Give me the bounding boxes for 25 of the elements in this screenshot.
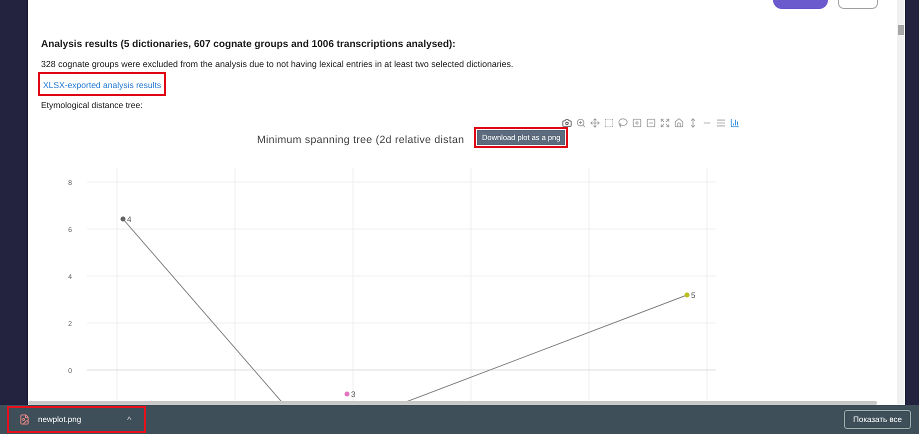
zoom-in-icon[interactable] [632,118,642,128]
point-label: 4 [127,215,132,224]
point-label: 3 [351,390,356,399]
chart-title: Minimum spanning tree (2d relative distan [257,134,464,146]
point-label: 5 [691,291,696,300]
chart-logo-icon[interactable] [730,118,740,128]
box-select-icon[interactable] [604,118,614,128]
caret-icon[interactable]: ^ [127,414,132,424]
lasso-icon[interactable] [618,118,628,128]
results-heading: Analysis results (5 dictionaries, 607 cognate groups and 1006 transcriptions analysed): [41,39,457,50]
tree-label: Etymological distance tree: [41,100,144,110]
file-icon [19,414,30,425]
secondary-button[interactable] [838,0,878,9]
download-file-name[interactable]: newplot.png [38,415,82,424]
show-all-button[interactable]: Показать все [844,410,911,429]
scrollbar-thumb[interactable] [898,25,904,35]
camera-icon[interactable] [562,118,572,128]
home-icon[interactable] [674,118,684,128]
autoscale-icon[interactable] [660,118,670,128]
pan-icon[interactable] [590,118,600,128]
zoom-out-icon[interactable] [646,118,656,128]
scrollbar[interactable] [897,0,905,405]
zoom-icon[interactable] [576,118,586,128]
primary-button[interactable] [773,0,828,9]
exclusion-note: 328 cognate groups were excluded from the analysis due to not having lexical entries in at least two selected dictionaries. [41,59,514,69]
